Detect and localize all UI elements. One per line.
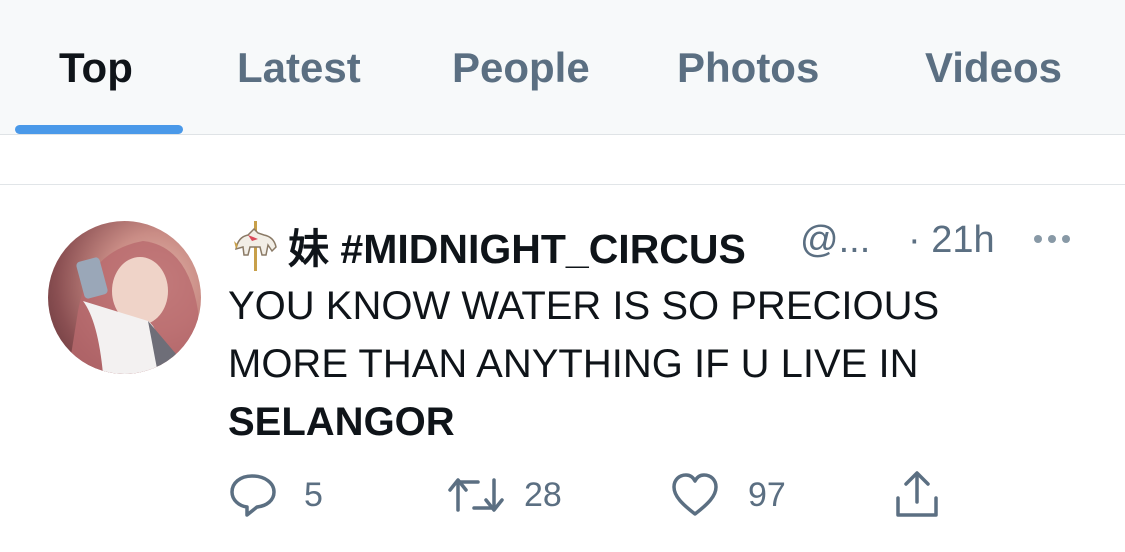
- user-handle[interactable]: @...: [800, 219, 870, 262]
- tweet-header: 妹 #MIDNIGHT_CIRCUS @... · 21h: [228, 215, 1108, 272]
- retweet-count: 28: [524, 476, 562, 514]
- share-icon: [896, 471, 938, 517]
- separator: [0, 135, 1125, 185]
- carousel-horse-icon: [228, 221, 282, 271]
- avatar-photo-icon: [68, 241, 198, 374]
- heart-icon: [672, 473, 718, 516]
- search-tabs: Top Latest People Photos Videos: [0, 0, 1125, 135]
- active-tab-indicator: [15, 125, 183, 134]
- reply-icon: [230, 474, 276, 517]
- tab-photos[interactable]: Photos: [677, 44, 819, 94]
- like-count: 97: [748, 476, 786, 514]
- tweet-actions: 5 28 97: [228, 470, 1125, 520]
- tab-top[interactable]: Top: [59, 44, 133, 94]
- tweet-text-line: MORE THAN ANYTHING IF U LIVE IN: [228, 342, 919, 386]
- like-button[interactable]: 97: [670, 470, 800, 520]
- avatar[interactable]: [48, 221, 201, 374]
- tweet[interactable]: 妹 #MIDNIGHT_CIRCUS @... · 21h YOU KNOW W…: [0, 185, 1125, 552]
- tweet-timestamp[interactable]: · 21h: [908, 219, 995, 262]
- tweet-text-line: YOU KNOW WATER IS SO PRECIOUS: [228, 284, 940, 328]
- retweet-icon: [448, 478, 504, 512]
- share-button[interactable]: [892, 470, 944, 520]
- tweet-text-highlight: SELANGOR: [228, 400, 455, 444]
- tweet-text: YOU KNOW WATER IS SO PRECIOUS MORE THAN …: [228, 277, 1058, 451]
- reply-count: 5: [304, 476, 323, 514]
- tab-videos[interactable]: Videos: [925, 44, 1062, 94]
- tab-people[interactable]: People: [452, 44, 590, 94]
- display-name-text: 妹 #MIDNIGHT_CIRCUS: [288, 226, 746, 272]
- retweet-button[interactable]: 28: [446, 470, 576, 520]
- reply-button[interactable]: 5: [228, 470, 338, 520]
- tab-latest[interactable]: Latest: [237, 44, 361, 94]
- more-options-icon[interactable]: [1028, 215, 1076, 263]
- display-name[interactable]: 妹 #MIDNIGHT_CIRCUS: [228, 215, 746, 275]
